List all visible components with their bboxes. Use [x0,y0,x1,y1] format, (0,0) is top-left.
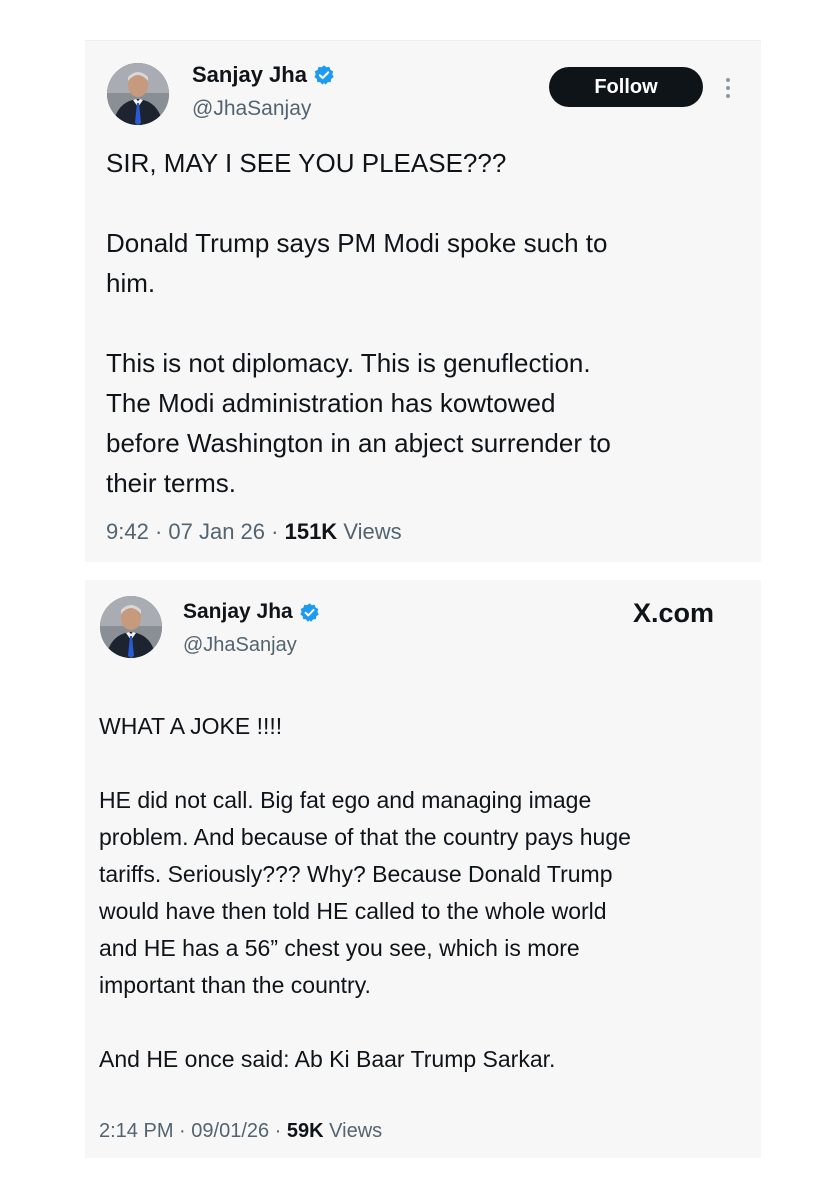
meta-separator: · [265,519,285,544]
meta-separator: · [148,519,169,544]
tweet-text-paragraph-3: And HE once said: Ab Ki Baar Trump Sarka… [99,1046,556,1072]
meta-separator: · [269,1120,287,1142]
author-avatar[interactable] [107,63,169,125]
tweet-date[interactable]: 07 Jan 26 [168,519,265,545]
follow-button[interactable]: Follow [549,67,703,107]
avatar-portrait-icon [100,596,162,658]
views-label: Views [329,1120,383,1142]
x-com-logo: X.com [633,598,715,628]
tweet-text-paragraph-3: This is not diplomacy. This is genuflect… [106,348,611,498]
author-handle[interactable]: @JhaSanjay [192,97,311,121]
views-label: Views [343,519,402,544]
meta-separator: · [173,1120,192,1142]
avatar-portrait-icon [107,63,169,125]
views-count: 151K [284,519,338,544]
tweet-date[interactable]: 09/01/26 [191,1120,269,1143]
verified-badge-icon [299,602,320,623]
author-name-row: Sanjay Jha [183,600,320,624]
tweet-text-line-1: SIR, MAY I SEE YOU PLEASE??? [106,148,507,178]
more-options-icon[interactable] [723,75,733,101]
views-count: 59K [286,1120,324,1142]
tweet-meta: 2:14 PM · 09/01/26 · 59K Views [99,1120,382,1143]
tweet-card-1: Sanjay Jha @JhaSanjay Follow SIR, MAY I … [85,40,761,562]
author-avatar[interactable] [100,596,162,658]
tweet-text-paragraph-2: HE did not call. Big fat ego and managin… [99,787,631,998]
author-name[interactable]: Sanjay Jha [192,62,307,88]
tweet-text-paragraph-2: Donald Trump says PM Modi spoke such to … [106,228,608,298]
tweet-meta: 9:42 · 07 Jan 26 · 151K Views [106,519,402,545]
tweet-text-line-1: WHAT A JOKE !!!! [99,713,283,739]
tweet-card-2: Sanjay Jha @JhaSanjay X.com WHAT A JOKE … [85,580,761,1158]
verified-badge-icon [313,64,335,86]
tweet-time[interactable]: 2:14 PM [99,1120,173,1143]
author-handle[interactable]: @JhaSanjay [183,634,297,657]
author-name-row: Sanjay Jha [192,62,335,88]
author-name[interactable]: Sanjay Jha [183,600,293,624]
tweet-time[interactable]: 9:42 [106,519,149,545]
